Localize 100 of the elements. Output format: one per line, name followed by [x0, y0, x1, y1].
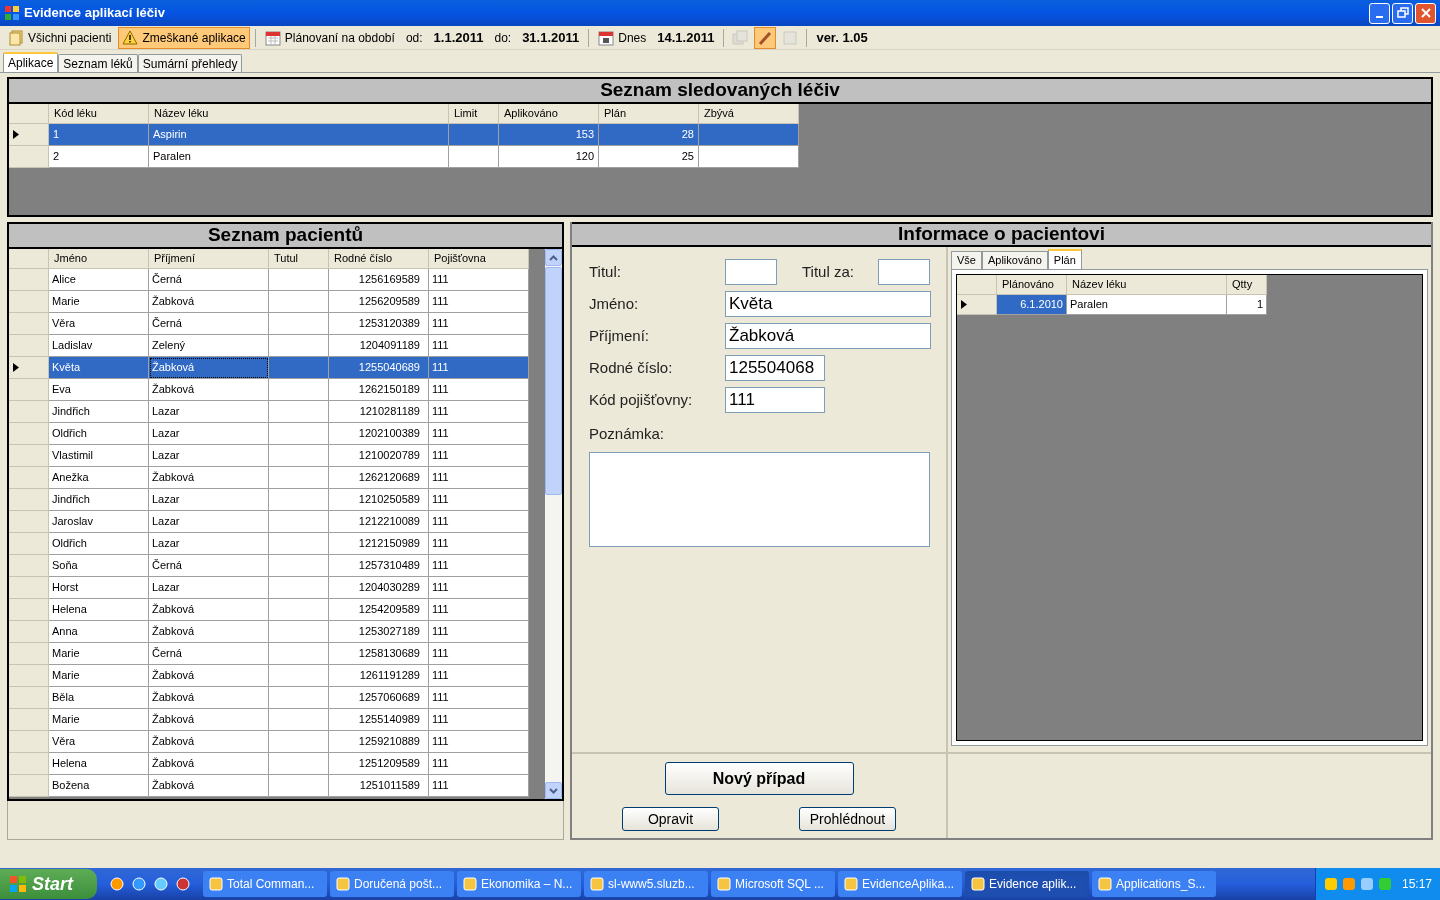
input-field[interactable] — [878, 259, 930, 285]
table-cell: Zelený — [149, 335, 269, 357]
table-cell: 1254209589 — [329, 599, 429, 621]
toolbar-button[interactable]: Dnes — [594, 26, 651, 49]
table-cell — [269, 445, 329, 467]
square-icon — [782, 29, 799, 46]
table-cell: Lazar — [149, 445, 269, 467]
app-icon — [209, 877, 223, 891]
view-button[interactable]: Prohlédnout — [799, 807, 896, 831]
row-header[interactable] — [9, 124, 49, 146]
toolbar-label: do: — [493, 29, 513, 47]
toolbar-button[interactable]: Zmeškané aplikace — [118, 26, 250, 49]
app-icon — [590, 877, 604, 891]
tab[interactable]: Sumární přehledy — [137, 54, 243, 72]
input-field[interactable]: Žabková — [725, 323, 931, 349]
table-cell: Žabková — [149, 291, 269, 313]
taskbar-button[interactable]: Applications_S... — [1092, 871, 1216, 897]
close-button[interactable] — [1415, 2, 1436, 24]
app-icon — [463, 877, 477, 891]
taskbar-button[interactable]: Ekonomika – N... — [457, 871, 581, 897]
input-field[interactable]: 111 — [725, 387, 825, 413]
table-cell: 6.1.2010 — [997, 295, 1067, 315]
input-field[interactable] — [725, 259, 777, 285]
toolbar-button[interactable]: Všichni pacienti — [4, 26, 116, 49]
table-cell: 1257060689 — [329, 687, 429, 709]
table-cell: Soňa — [49, 555, 149, 577]
tray-icon — [1323, 877, 1338, 891]
scrollbar[interactable] — [545, 249, 562, 799]
field-label: Kód pojišťovny: — [589, 389, 694, 410]
restore-button[interactable] — [1392, 2, 1413, 24]
column-header[interactable]: Kód léku — [49, 104, 149, 124]
column-header[interactable]: Rodné číslo — [329, 249, 429, 269]
table-cell: 111 — [429, 533, 529, 555]
table-cell: 1251209589 — [329, 753, 429, 775]
scroll-up-button[interactable] — [545, 249, 562, 266]
table-cell: 1262120689 — [329, 467, 429, 489]
panel-title: Seznam sledovaných léčiv — [9, 79, 1431, 104]
column-header[interactable]: Plánováno — [997, 275, 1067, 295]
column-header[interactable]: Pojišťovna — [429, 249, 529, 269]
app-icon — [131, 876, 147, 892]
table-cell: Žabková — [149, 467, 269, 489]
minimize-icon — [1376, 16, 1383, 18]
table-cell — [269, 467, 329, 489]
tab[interactable]: Vše — [951, 251, 982, 269]
column-header[interactable]: Název léku — [1067, 275, 1227, 295]
column-header[interactable]: Zbývá — [699, 104, 799, 124]
column-header[interactable]: Limit — [449, 104, 499, 124]
new-case-button[interactable]: Nový případ — [664, 762, 854, 795]
table-cell: 1255140989 — [329, 709, 429, 731]
table-cell: Vlastimil — [49, 445, 149, 467]
table-cell: Černá — [149, 269, 269, 291]
toolbar-icon-button[interactable] — [754, 26, 777, 49]
column-header[interactable]: Tutul — [269, 249, 329, 269]
table-cell — [269, 511, 329, 533]
toolbar-button[interactable]: Plánovaní na období — [260, 26, 399, 49]
table-cell: Lazar — [149, 511, 269, 533]
row-header[interactable] — [957, 295, 997, 315]
tab[interactable]: Plán — [1047, 249, 1082, 269]
table-cell: Anežka — [49, 467, 149, 489]
row-header[interactable] — [9, 357, 49, 379]
minimize-button[interactable] — [1369, 2, 1390, 24]
input-field[interactable]: Květa — [725, 291, 931, 317]
clock: 15:17 — [1401, 876, 1432, 893]
input-field[interactable]: 125504068 — [725, 355, 825, 381]
app-icon — [175, 876, 191, 892]
app-icon — [1098, 877, 1112, 891]
table-cell: 1256169589 — [329, 269, 429, 291]
windows-logo-icon — [8, 874, 28, 894]
scroll-down-button[interactable] — [545, 782, 562, 799]
column-header — [9, 104, 49, 124]
note-field[interactable] — [589, 451, 930, 547]
taskbar-button[interactable]: Microsoft SQL ... — [711, 871, 835, 897]
column-header[interactable]: Název léku — [149, 104, 449, 124]
column-header[interactable]: Plán — [599, 104, 699, 124]
table-cell — [269, 423, 329, 445]
edit-button[interactable]: Opravit — [622, 807, 719, 831]
table-cell: 111 — [429, 445, 529, 467]
table-cell: 1253120389 — [329, 313, 429, 335]
taskbar-button[interactable]: Doručená pošt... — [330, 871, 454, 897]
tray-icon — [1341, 877, 1356, 891]
table-cell: 1251011589 — [329, 775, 429, 797]
table-cell: Věra — [49, 313, 149, 335]
table-cell: Běla — [49, 687, 149, 709]
table-cell — [269, 665, 329, 687]
tab[interactable]: Aplikace — [3, 52, 59, 72]
taskbar-button[interactable]: sl-www5.sluzb... — [584, 871, 708, 897]
tab[interactable]: Aplikováno — [981, 251, 1048, 269]
column-header[interactable]: Qtty — [1227, 275, 1267, 295]
table-cell: Marie — [49, 643, 149, 665]
column-header[interactable]: Aplikováno — [499, 104, 599, 124]
column-header[interactable]: Jméno — [49, 249, 149, 269]
taskbar-button[interactable]: Total Comman... — [203, 871, 327, 897]
table-cell: 1255040689 — [329, 357, 429, 379]
warning-icon — [122, 29, 139, 46]
taskbar-button[interactable]: Evidence aplik... — [965, 871, 1089, 897]
table-cell: 111 — [429, 643, 529, 665]
taskbar-button[interactable]: EvidenceAplika... — [838, 871, 962, 897]
column-header[interactable]: Příjmení — [149, 249, 269, 269]
scroll-thumb[interactable] — [545, 267, 562, 495]
tab[interactable]: Seznam léků — [58, 54, 138, 72]
